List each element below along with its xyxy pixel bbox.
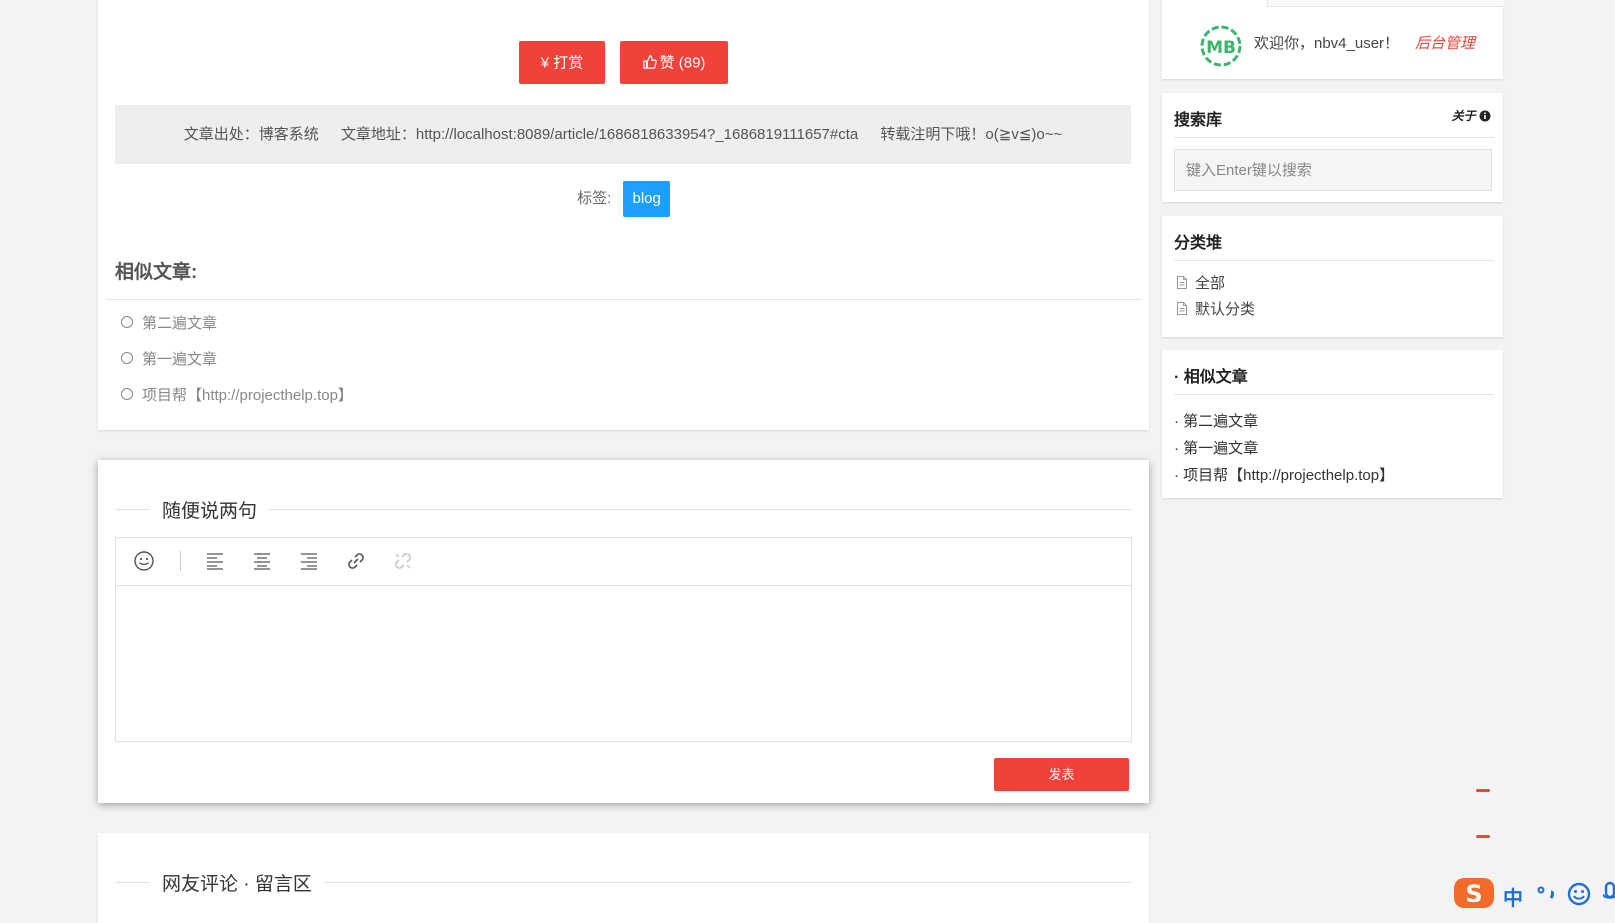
punctuation-icon[interactable]: [1536, 882, 1558, 908]
info-icon: [1479, 110, 1491, 122]
link-icon[interactable]: [345, 550, 367, 572]
sogou-logo-icon: S: [1454, 878, 1494, 908]
thumbs-up-icon: [642, 55, 657, 69]
circle-icon: [121, 388, 133, 401]
comments-heading: 网友评论 · 留言区: [115, 867, 1131, 897]
reward-button[interactable]: ¥ 打赏: [519, 41, 605, 84]
rich-text-editor: [115, 537, 1132, 742]
editor-content-area[interactable]: [116, 586, 1131, 741]
unlink-icon[interactable]: [392, 550, 414, 572]
reward-label: ¥ 打赏: [540, 54, 584, 72]
decorative-mark: [1476, 789, 1490, 792]
divider: [1174, 137, 1494, 138]
tags-label: 标签:: [577, 190, 612, 207]
align-right-icon[interactable]: [298, 550, 320, 572]
tab-strip: [1267, 0, 1504, 7]
ime-toolbar[interactable]: S 中: [1452, 876, 1615, 911]
emoji-icon[interactable]: [133, 550, 155, 572]
article-source-bar: 文章出处：博客系统 文章地址：http://localhost:8089/art…: [115, 105, 1131, 164]
toolbar-separator: [180, 551, 181, 571]
tags-row: 标签: blog: [98, 181, 1149, 217]
article-card: ¥ 打赏 赞 (89) 文章出处：博客系统 文章地址：http://localh…: [98, 0, 1149, 430]
admin-link[interactable]: 后台管理: [1415, 32, 1475, 53]
category-label: 默认分类: [1195, 301, 1256, 318]
welcome-card: MB 欢迎你，nbv4_user！ 后台管理: [1162, 0, 1504, 79]
editor-heading: 随便说两句: [115, 494, 1131, 524]
document-icon: [1177, 301, 1187, 315]
align-center-icon[interactable]: [251, 550, 273, 572]
ime-mode-label[interactable]: 中: [1503, 882, 1523, 911]
categories-title: 分类堆: [1174, 235, 1223, 252]
list-item[interactable]: 项目帮【http://projecthelp.top】: [121, 378, 353, 414]
related-article-link[interactable]: · 第二遍文章: [1174, 408, 1394, 435]
similar-article-link[interactable]: 第一遍文章: [142, 351, 217, 368]
category-item[interactable]: 全部: [1176, 271, 1255, 297]
microphone-icon[interactable]: [1603, 881, 1615, 907]
comments-heading-text: 网友评论 · 留言区: [150, 869, 324, 896]
document-icon: [1177, 275, 1187, 289]
list-item[interactable]: 第一遍文章: [121, 342, 353, 378]
category-item[interactable]: 默认分类: [1176, 297, 1255, 323]
svg-text:MB: MB: [1206, 38, 1236, 58]
tag-blog[interactable]: blog: [623, 181, 670, 217]
divider: [1174, 394, 1494, 395]
comments-card: 网友评论 · 留言区: [98, 833, 1149, 923]
similar-article-link[interactable]: 项目帮【http://projecthelp.top】: [142, 387, 353, 404]
decorative-mark: [1476, 835, 1490, 838]
related-articles-list: · 第二遍文章 · 第一遍文章 · 项目帮【http://projecthelp…: [1174, 408, 1394, 489]
editor-heading-text: 随便说两句: [150, 496, 270, 523]
welcome-text: 欢迎你，nbv4_user！: [1254, 35, 1400, 52]
source-text: 文章出处：博客系统: [183, 126, 319, 143]
search-title: 搜索库: [1174, 112, 1223, 129]
related-title: · 相似文章: [1174, 369, 1248, 386]
comment-editor-card: 随便说两句 发表: [98, 460, 1149, 803]
about-link[interactable]: 关于: [1452, 107, 1491, 124]
search-input[interactable]: [1174, 149, 1492, 191]
related-articles-card: · 相似文章 · 第二遍文章 · 第一遍文章 · 项目帮【http://proj…: [1162, 350, 1503, 498]
editor-toolbar: [116, 538, 1131, 586]
site-logo: MB: [1200, 25, 1242, 67]
search-card: 搜索库 关于: [1162, 93, 1503, 202]
divider: [106, 299, 1141, 300]
like-label: 赞 (89): [659, 54, 706, 72]
similar-articles-list: 第二遍文章 第一遍文章 项目帮【http://projecthelp.top】: [121, 306, 353, 414]
repost-note: 转载注明下哦！o(≧v≦)o~~: [880, 126, 1063, 143]
related-article-link[interactable]: · 项目帮【http://projecthelp.top】: [1174, 462, 1394, 489]
circle-icon: [121, 316, 133, 329]
article-url-text: 文章地址：http://localhost:8089/article/16868…: [340, 126, 859, 143]
similar-articles-title: 相似文章:: [115, 262, 198, 283]
divider: [1174, 260, 1494, 261]
related-article-link[interactable]: · 第一遍文章: [1174, 435, 1394, 462]
submit-comment-button[interactable]: 发表: [994, 758, 1129, 791]
category-label: 全部: [1195, 275, 1226, 292]
like-button[interactable]: 赞 (89): [620, 41, 728, 84]
about-label: 关于: [1451, 109, 1476, 123]
align-left-icon[interactable]: [204, 550, 226, 572]
circle-icon: [121, 352, 133, 365]
categories-list: 全部 默认分类: [1176, 271, 1255, 323]
categories-card: 分类堆 全部 默认分类: [1162, 216, 1503, 337]
similar-article-link[interactable]: 第二遍文章: [142, 315, 217, 332]
list-item[interactable]: 第二遍文章: [121, 306, 353, 342]
svg-text:S: S: [1465, 880, 1482, 908]
emoji-icon[interactable]: [1567, 882, 1591, 906]
